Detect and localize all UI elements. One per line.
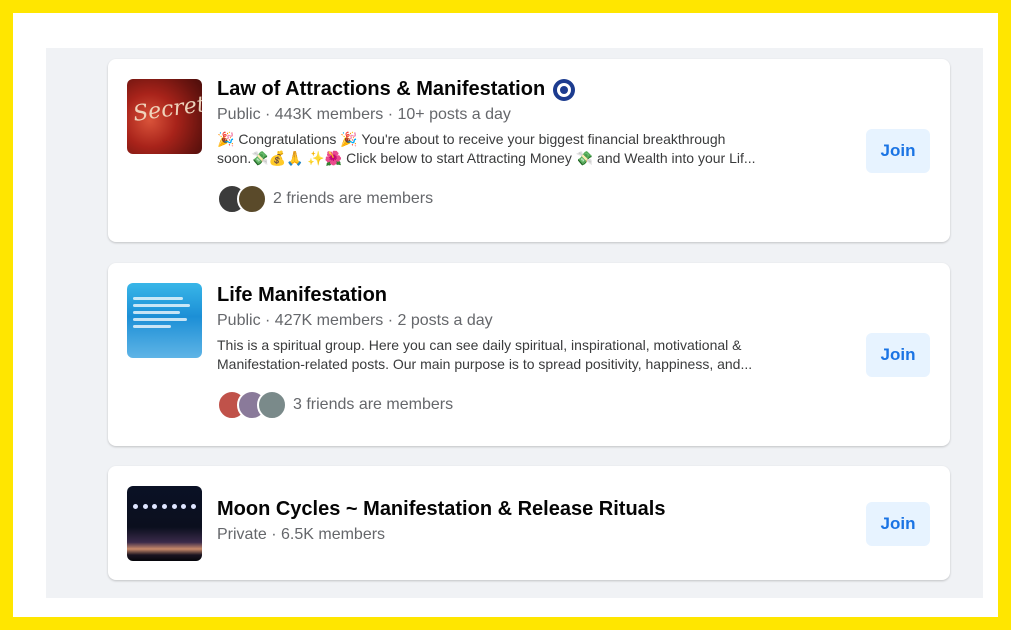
avatar [257,390,287,420]
group-card[interactable]: Life Manifestation Public · 427K members… [108,263,950,446]
group-title[interactable]: Law of Attractions & Manifestation [217,77,830,102]
friend-avatars [217,390,287,420]
group-description-line: Manifestation-related posts. Our main pu… [217,356,753,372]
group-cover-image[interactable] [127,486,202,561]
friends-members: 3 friends are members [217,390,830,420]
group-title[interactable]: Life Manifestation [217,283,830,308]
screenshot-frame: Secret Law of Attractions & Manifestatio… [13,13,998,617]
groups-list: Secret Law of Attractions & Manifestatio… [46,48,983,598]
group-cover-image[interactable]: Secret [127,79,202,154]
join-button[interactable]: Join [866,129,930,173]
friends-count-text: 2 friends are members [273,190,434,207]
join-button[interactable]: Join [866,333,930,377]
friends-members: 2 friends are members [217,184,830,214]
friend-avatars [217,184,267,214]
group-info: Moon Cycles ~ Manifestation & Release Ri… [217,497,830,546]
group-name[interactable]: Life Manifestation [217,283,387,308]
group-description-line: 🎉 Congratulations 🎉 You're about to rece… [217,131,726,147]
group-card[interactable]: Moon Cycles ~ Manifestation & Release Ri… [108,466,950,580]
group-name[interactable]: Moon Cycles ~ Manifestation & Release Ri… [217,497,665,522]
group-title[interactable]: Moon Cycles ~ Manifestation & Release Ri… [217,497,830,522]
group-meta: Public · 427K members · 2 posts a day [217,312,493,329]
group-description-line: soon.💸💰🙏 ✨🌺 Click below to start Attract… [217,150,756,166]
group-info: Life Manifestation Public · 427K members… [217,283,830,420]
group-card[interactable]: Secret Law of Attractions & Manifestatio… [108,59,950,242]
avatar [237,184,267,214]
group-info: Law of Attractions & Manifestation Publi… [217,77,830,214]
group-name[interactable]: Law of Attractions & Manifestation [217,77,545,102]
group-description: 🎉 Congratulations 🎉 You're about to rece… [217,130,857,168]
evil-eye-icon [553,78,576,101]
group-meta: Private · 6.5K members [217,526,386,543]
group-cover-image[interactable] [127,283,202,358]
group-description: This is a spiritual group. Here you can … [217,336,857,374]
friends-count-text: 3 friends are members [293,396,454,413]
group-description-line: This is a spiritual group. Here you can … [217,337,742,353]
group-meta: Public · 443K members · 10+ posts a day [217,106,511,123]
join-button[interactable]: Join [866,502,930,546]
